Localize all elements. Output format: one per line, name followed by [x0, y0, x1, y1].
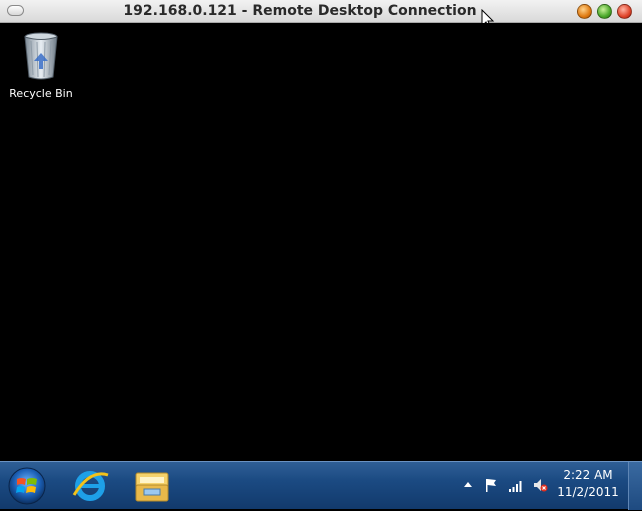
internet-explorer-icon: [72, 471, 109, 501]
maximize-button[interactable]: [597, 4, 612, 19]
taskbar-internet-explorer[interactable]: [64, 465, 116, 507]
remote-desktop-area[interactable]: Recycle Bin: [0, 23, 642, 461]
minimize-button[interactable]: [577, 4, 592, 19]
action-center-flag-icon[interactable]: [483, 477, 499, 493]
windows-start-icon: [8, 467, 46, 505]
network-signal-icon[interactable]: [508, 477, 524, 493]
show-desktop-button[interactable]: [628, 462, 642, 510]
remote-desktop-window: 192.168.0.121 - Remote Desktop Connectio…: [0, 0, 642, 510]
volume-muted-icon[interactable]: [532, 477, 548, 493]
recycle-bin-label: Recycle Bin: [9, 87, 73, 100]
title-bar[interactable]: 192.168.0.121 - Remote Desktop Connectio…: [0, 0, 642, 23]
clock-time: 2:22 AM: [563, 468, 613, 482]
system-clock[interactable]: 2:22 AM 11/2/2011: [548, 467, 628, 501]
file-explorer-icon: [135, 472, 169, 502]
taskbar: 2:22 AM 11/2/2011: [0, 461, 642, 510]
recycle-bin-icon: [24, 32, 58, 80]
desktop-icon-recycle-bin[interactable]: Recycle Bin: [6, 29, 76, 100]
clock-date: 11/2/2011: [557, 485, 619, 499]
window-title: 192.168.0.121 - Remote Desktop Connectio…: [123, 3, 477, 19]
close-button[interactable]: [617, 4, 632, 19]
start-button[interactable]: [6, 465, 48, 507]
taskbar-file-explorer[interactable]: [126, 465, 178, 507]
show-hidden-icons-arrow[interactable]: [460, 477, 476, 493]
